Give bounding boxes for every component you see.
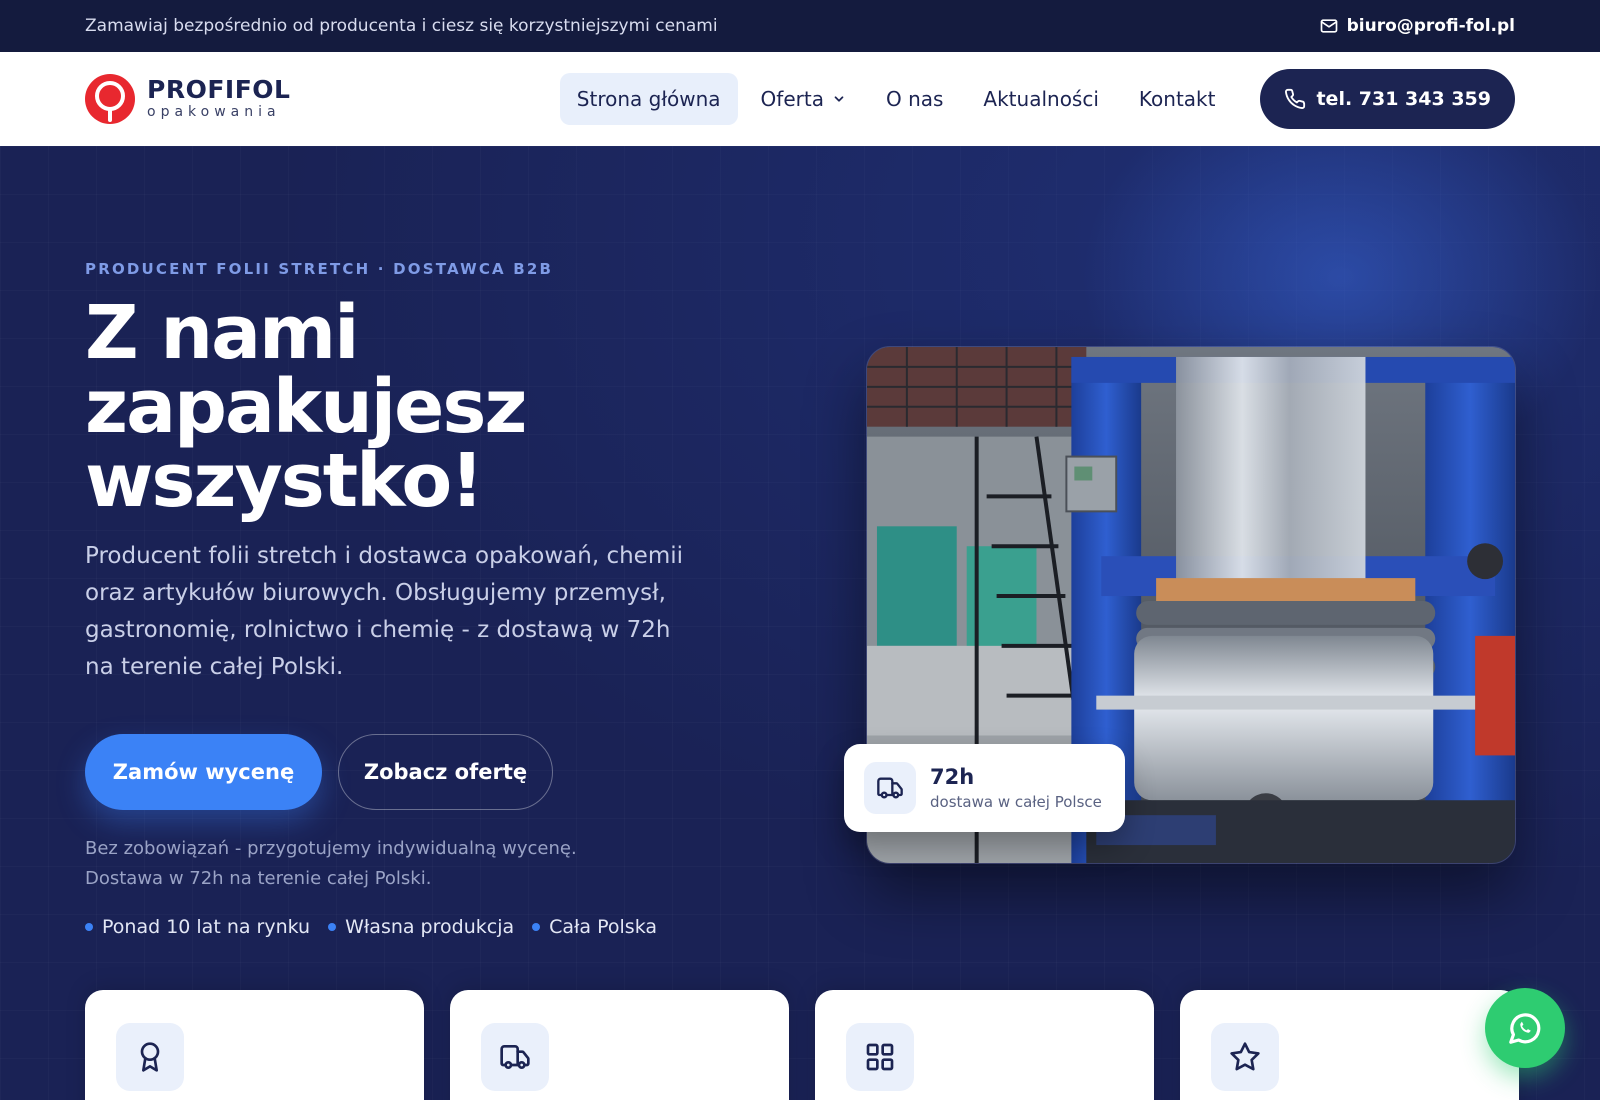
bullet-dot-icon	[532, 923, 541, 931]
bullet-item: Ponad 10 lat na rynku	[85, 916, 310, 938]
feature-card	[450, 990, 789, 1100]
badge-value: 72h	[930, 765, 975, 789]
nav-item-contact[interactable]: Kontakt	[1122, 73, 1233, 125]
email-text: biuro@profi-fol.pl	[1346, 16, 1515, 36]
main-navbar: PROFIFOL opakowania Strona główna Oferta…	[0, 52, 1600, 146]
bullet-item: Cała Polska	[532, 916, 657, 938]
star-icon	[1230, 1042, 1260, 1071]
chevron-down-icon	[834, 96, 844, 102]
whatsapp-icon	[1509, 1013, 1541, 1044]
hero-lead: Producent folii stretch i dostawca opako…	[85, 543, 683, 680]
nav-item-label: Oferta	[760, 87, 824, 111]
delivery-badge: 72h dostawa w całej Polsce	[844, 744, 1125, 832]
nav-item-offer[interactable]: Oferta	[744, 73, 863, 125]
bullet-dot-icon	[85, 923, 93, 931]
main-nav: Strona główna Oferta O nas Aktualności K…	[559, 73, 1233, 125]
whatsapp-button[interactable]	[1485, 988, 1565, 1068]
bullet-label: Własna produkcja	[345, 916, 515, 938]
nav-item-label: Kontakt	[1138, 87, 1216, 111]
grid-icon	[866, 1043, 894, 1071]
feature-card	[1180, 990, 1519, 1100]
award-icon	[140, 1042, 160, 1072]
email-link[interactable]: biuro@profi-fol.pl	[1319, 16, 1515, 36]
hero-bullets: Ponad 10 lat na rynku Własna produkcja C…	[85, 916, 657, 938]
badge-text: dostawa w całej Polsce	[930, 793, 1102, 811]
request-quote-button[interactable]: Zamów wycenę	[85, 734, 322, 810]
feature-icon-box	[481, 1023, 549, 1091]
hero-note-line: Bez zobowiązań - przygotujemy indywidual…	[85, 838, 577, 859]
hero-eyebrow: PRODUCENT FOLII STRETCH · DOSTAWCA B2B	[85, 260, 554, 278]
feature-icon-box	[846, 1023, 914, 1091]
feature-card	[815, 990, 1154, 1100]
bullet-label: Ponad 10 lat na rynku	[102, 916, 311, 938]
badge-icon-box	[864, 762, 916, 814]
hero-note-line: Dostawa w 72h na terenie całej Polski.	[85, 868, 432, 889]
phone-button[interactable]: tel. 731 343 359	[1260, 69, 1515, 129]
nav-item-label: Strona główna	[576, 87, 721, 111]
nav-item-home[interactable]: Strona główna	[559, 73, 738, 125]
bullet-dot-icon	[328, 923, 337, 931]
nav-item-news[interactable]: Aktualności	[966, 73, 1115, 125]
phone-icon	[1285, 88, 1306, 109]
logo-icon	[85, 74, 135, 124]
truck-icon	[500, 1045, 530, 1069]
hero-section: PRODUCENT FOLII STRETCH · DOSTAWCA B2B Z…	[0, 146, 1600, 1100]
site-logo[interactable]: PROFIFOL opakowania	[85, 74, 290, 124]
feature-icon-box	[116, 1023, 184, 1091]
top-bar: Zamawiaj bezpośrednio od producenta i ci…	[0, 0, 1600, 52]
nav-item-label: O nas	[885, 87, 944, 111]
hero-headline: Z nami zapakujesz wszystko!	[85, 290, 527, 524]
truck-icon	[877, 777, 903, 799]
feature-cards	[85, 990, 1519, 1100]
hero-note: Bez zobowiązań - przygotujemy indywidual…	[85, 834, 577, 894]
bullet-item: Własna produkcja	[328, 916, 514, 938]
brand-subtitle: opakowania	[147, 104, 281, 120]
top-bar-tagline: Zamawiaj bezpośrednio od producenta i ci…	[85, 16, 718, 36]
bullet-label: Cała Polska	[549, 916, 658, 938]
feature-icon-box	[1211, 1023, 1279, 1091]
mail-icon	[1320, 19, 1337, 33]
brand-name: PROFIFOL	[147, 75, 291, 104]
view-offer-button[interactable]: Zobacz ofertę	[338, 734, 553, 810]
nav-item-label: Aktualności	[983, 87, 1099, 111]
feature-card	[85, 990, 424, 1100]
nav-item-about[interactable]: O nas	[869, 73, 960, 125]
phone-label: tel. 731 343 359	[1316, 88, 1491, 110]
